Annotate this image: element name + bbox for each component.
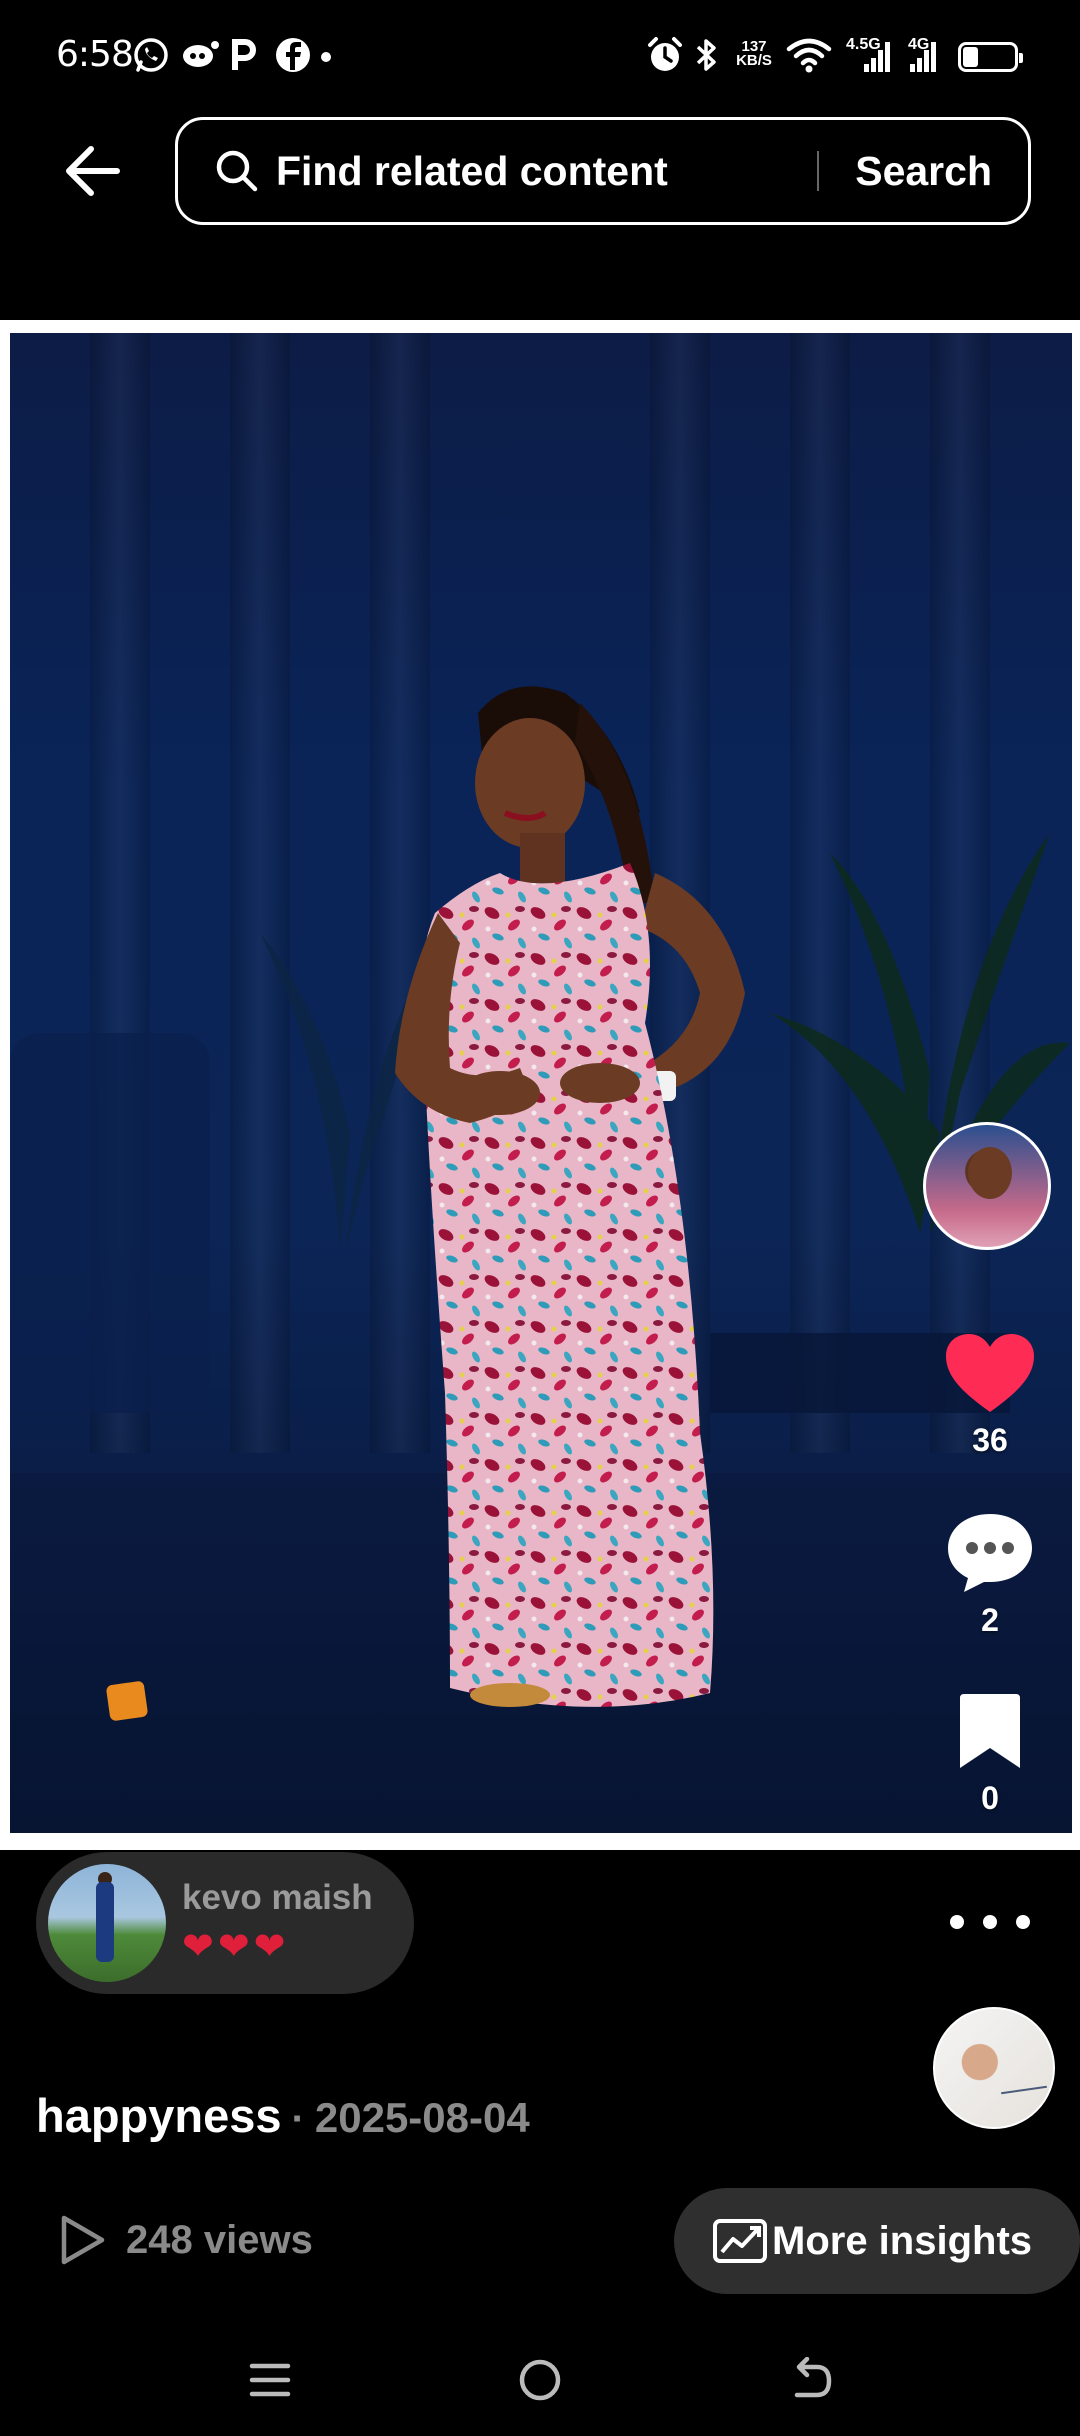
- views-count: 248 views: [126, 2217, 313, 2262]
- search-input[interactable]: Find related content: [276, 148, 817, 195]
- recent-apps-button[interactable]: [240, 2350, 300, 2410]
- trend-chart-icon: [713, 2219, 767, 2263]
- reactor-body: [96, 1882, 114, 1962]
- comment-button[interactable]: 2: [930, 1510, 1050, 1639]
- status-time: 6:58: [56, 34, 134, 75]
- save-button[interactable]: 0: [930, 1692, 1050, 1817]
- creator-signature-mark: [1001, 2085, 1047, 2095]
- reactor-name: kevo maish: [182, 1877, 373, 1917]
- arrow-left-icon: [66, 146, 120, 196]
- back-icon: [794, 2357, 832, 2398]
- reactor-info: kevo maish ❤❤❤: [182, 1878, 373, 1969]
- dot-icon: [321, 52, 331, 62]
- post-title: happyness: [36, 2089, 282, 2142]
- like-button[interactable]: 36: [930, 1332, 1050, 1459]
- media-frame: [0, 320, 1080, 1850]
- post-photo[interactable]: [10, 333, 1072, 1833]
- battery-percent: 30: [977, 46, 999, 66]
- search-divider: [817, 151, 820, 191]
- net-speed: 137 KB/S: [736, 39, 772, 69]
- back-button[interactable]: [58, 136, 128, 206]
- search-bar[interactable]: Find related content Search: [175, 117, 1031, 225]
- more-insights-button[interactable]: More insights: [674, 2188, 1080, 2294]
- reaction-pill[interactable]: kevo maish ❤❤❤: [36, 1852, 414, 1994]
- battery-cap: [1019, 53, 1023, 63]
- system-nav-bar: [0, 2310, 1080, 2436]
- back-nav-button[interactable]: [782, 2350, 842, 2410]
- sofa: [10, 1033, 210, 1413]
- net-speed-unit: KB/S: [736, 52, 772, 69]
- comment-count: 2: [981, 1602, 999, 1638]
- comment-icon: [948, 1514, 1032, 1592]
- p-icon: [232, 39, 256, 70]
- spice-sticker: [105, 1680, 149, 1722]
- like-count: 36: [972, 1422, 1008, 1458]
- avatar-face: [968, 1147, 1012, 1199]
- battery-icon: 30: [958, 42, 1023, 72]
- menu-icon: [249, 2363, 291, 2397]
- dot-icon: [983, 1915, 997, 1929]
- person-figure: [395, 686, 745, 1707]
- home-button[interactable]: [510, 2350, 570, 2410]
- play-icon: [61, 2215, 105, 2265]
- save-count: 0: [981, 1780, 999, 1816]
- signal-icon-2: 4G: [902, 36, 948, 74]
- post-caption: happyness · 2025-08-04: [36, 2088, 530, 2143]
- creator-avatar[interactable]: [933, 2007, 1055, 2129]
- bookmark-icon: [960, 1694, 1020, 1768]
- dot-icon: [950, 1915, 964, 1929]
- search-icon: [216, 150, 258, 192]
- more-insights-label: More insights: [772, 2218, 1033, 2263]
- views-stat: 248 views: [56, 2212, 313, 2268]
- dot-icon: [1016, 1915, 1030, 1929]
- notification-icon: [183, 41, 219, 67]
- home-icon: [519, 2359, 561, 2401]
- wifi-icon: [786, 38, 832, 73]
- more-options-button[interactable]: [950, 1902, 1030, 1942]
- caption-separator: ·: [291, 2097, 305, 2141]
- signal-icon: 4.5G: [846, 36, 892, 74]
- status-bar: 6:58 137 KB/S 4.5G 4G 30: [0, 0, 1080, 110]
- search-button[interactable]: Search: [855, 148, 992, 195]
- whatsapp-icon: [134, 38, 168, 72]
- alarm-icon: [648, 37, 682, 71]
- facebook-icon: [276, 38, 310, 72]
- bluetooth-icon: [696, 39, 716, 71]
- heart-icon: [946, 1334, 1034, 1412]
- post-date: 2025-08-04: [314, 2094, 530, 2141]
- author-avatar[interactable]: [923, 1122, 1051, 1250]
- reactor-avatar[interactable]: [48, 1864, 166, 1982]
- reactor-hearts: ❤❤❤: [182, 1925, 290, 1968]
